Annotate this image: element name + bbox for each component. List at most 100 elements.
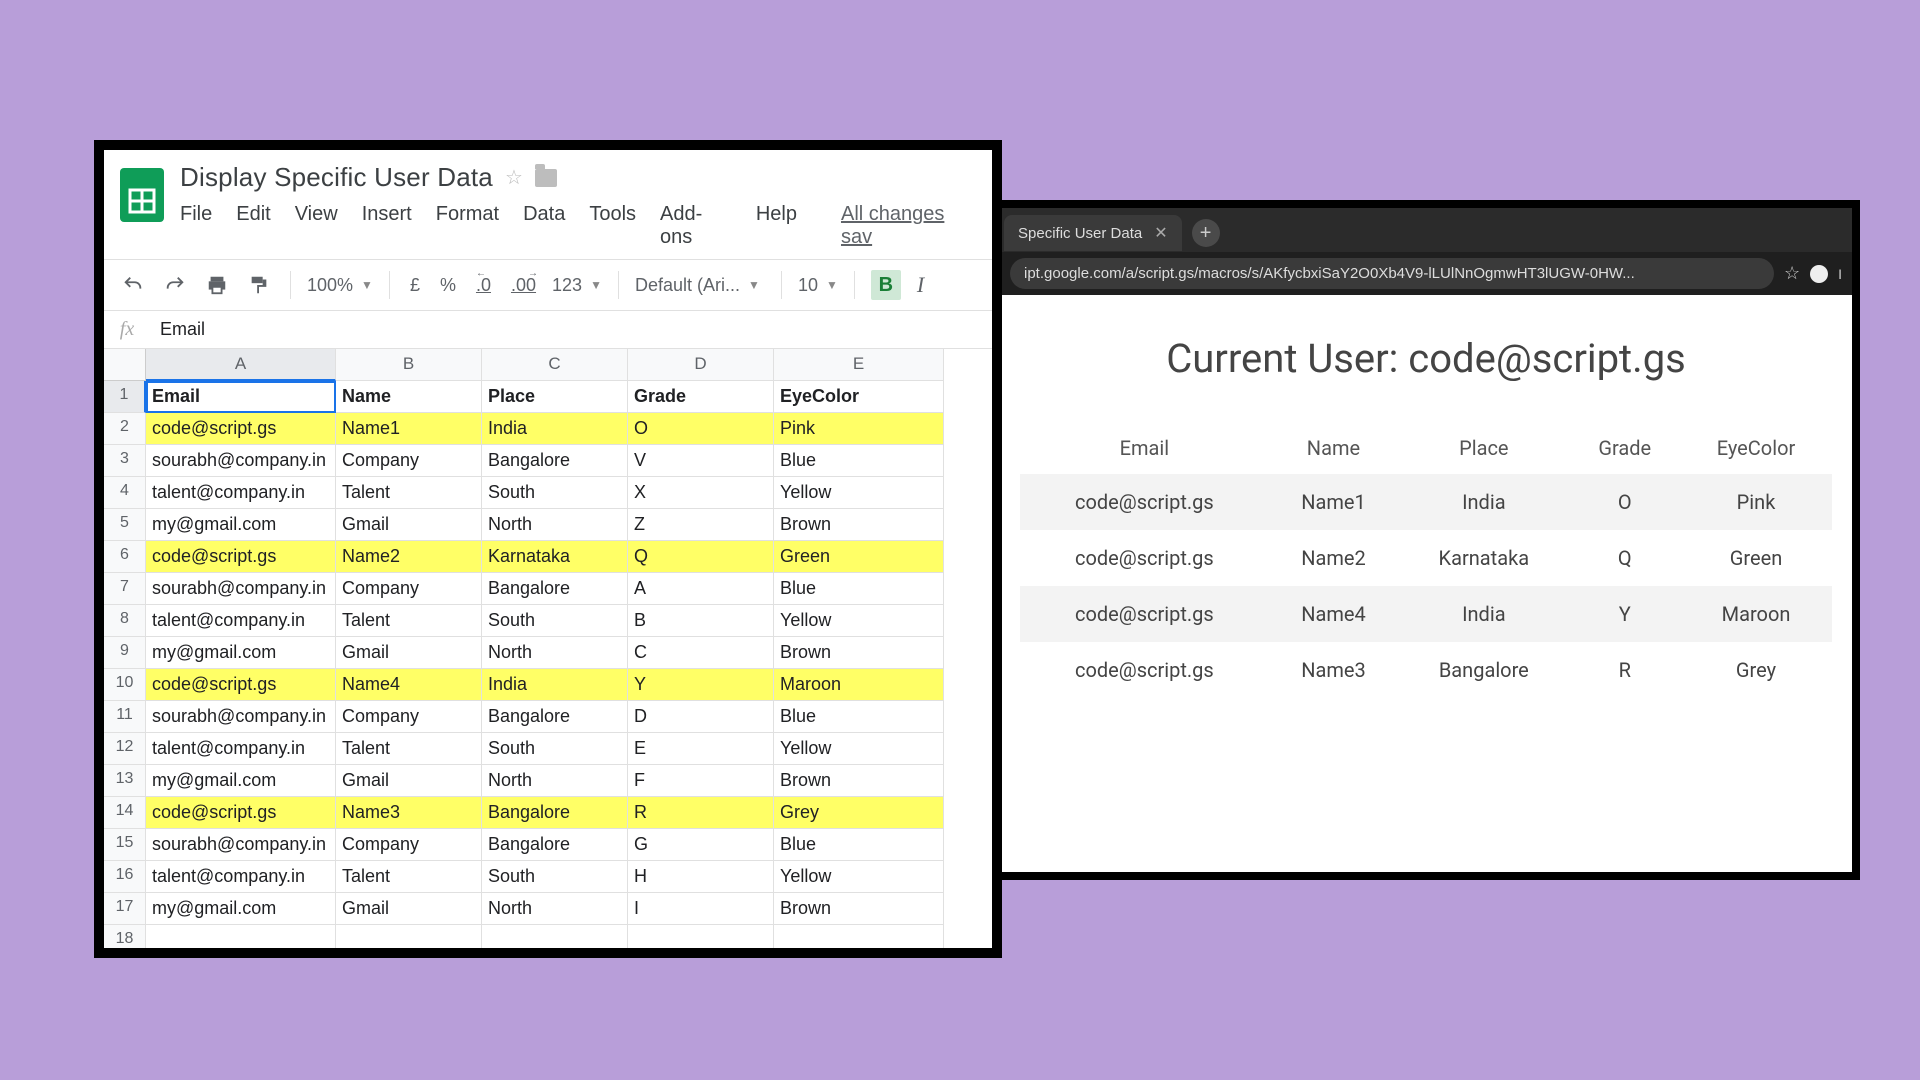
cell-C10[interactable]: India xyxy=(482,669,628,701)
cell-empty-3[interactable] xyxy=(628,925,774,954)
cell-C8[interactable]: South xyxy=(482,605,628,637)
incognito-icon[interactable]: I xyxy=(1838,266,1842,282)
close-tab-icon[interactable]: ✕ xyxy=(1154,223,1167,243)
cell-D10[interactable]: Y xyxy=(628,669,774,701)
cell-C3[interactable]: Bangalore xyxy=(482,445,628,477)
cell-E11[interactable]: Blue xyxy=(774,701,944,733)
row-header-18[interactable]: 18 xyxy=(104,925,146,954)
cell-A13[interactable]: my@gmail.com xyxy=(146,765,336,797)
cell-C13[interactable]: North xyxy=(482,765,628,797)
cell-header-Grade[interactable]: Grade xyxy=(628,381,774,413)
cell-E14[interactable]: Grey xyxy=(774,797,944,829)
cell-D15[interactable]: G xyxy=(628,829,774,861)
cell-B4[interactable]: Talent xyxy=(336,477,482,509)
cell-B2[interactable]: Name1 xyxy=(336,413,482,445)
percent-button[interactable]: % xyxy=(436,273,460,298)
cell-B11[interactable]: Company xyxy=(336,701,482,733)
column-header-A[interactable]: A xyxy=(146,349,336,381)
menu-edit[interactable]: Edit xyxy=(236,203,270,249)
grid-corner[interactable] xyxy=(104,349,146,381)
cell-A8[interactable]: talent@company.in xyxy=(146,605,336,637)
cell-D3[interactable]: V xyxy=(628,445,774,477)
row-header-15[interactable]: 15 xyxy=(104,829,146,861)
profile-avatar-icon[interactable] xyxy=(1810,265,1828,283)
cell-E9[interactable]: Brown xyxy=(774,637,944,669)
folder-icon[interactable] xyxy=(535,169,557,187)
cell-B12[interactable]: Talent xyxy=(336,733,482,765)
cell-A2[interactable]: code@script.gs xyxy=(146,413,336,445)
menu-data[interactable]: Data xyxy=(523,203,565,249)
cell-D2[interactable]: O xyxy=(628,413,774,445)
cell-D5[interactable]: Z xyxy=(628,509,774,541)
cell-E2[interactable]: Pink xyxy=(774,413,944,445)
cell-E13[interactable]: Brown xyxy=(774,765,944,797)
font-size-dropdown[interactable]: 10▼ xyxy=(798,275,838,296)
cell-D14[interactable]: R xyxy=(628,797,774,829)
cell-A4[interactable]: talent@company.in xyxy=(146,477,336,509)
cell-A11[interactable]: sourabh@company.in xyxy=(146,701,336,733)
cell-D8[interactable]: B xyxy=(628,605,774,637)
cell-C5[interactable]: North xyxy=(482,509,628,541)
star-icon[interactable]: ☆ xyxy=(505,165,523,190)
cell-B16[interactable]: Talent xyxy=(336,861,482,893)
cell-C2[interactable]: India xyxy=(482,413,628,445)
cell-B8[interactable]: Talent xyxy=(336,605,482,637)
increase-decimal-button[interactable]: .00→ xyxy=(507,273,540,298)
browser-tab[interactable]: Specific User Data ✕ xyxy=(1004,215,1182,251)
cell-D17[interactable]: I xyxy=(628,893,774,925)
cell-A6[interactable]: code@script.gs xyxy=(146,541,336,573)
row-header-9[interactable]: 9 xyxy=(104,637,146,669)
cell-header-Name[interactable]: Name xyxy=(336,381,482,413)
cell-C12[interactable]: South xyxy=(482,733,628,765)
row-header-5[interactable]: 5 xyxy=(104,509,146,541)
row-header-8[interactable]: 8 xyxy=(104,605,146,637)
cell-E3[interactable]: Blue xyxy=(774,445,944,477)
cell-D12[interactable]: E xyxy=(628,733,774,765)
cell-header-Place[interactable]: Place xyxy=(482,381,628,413)
cell-header-Email[interactable]: Email xyxy=(146,381,336,413)
cell-E6[interactable]: Green xyxy=(774,541,944,573)
cell-C14[interactable]: Bangalore xyxy=(482,797,628,829)
cell-A7[interactable]: sourabh@company.in xyxy=(146,573,336,605)
cell-D16[interactable]: H xyxy=(628,861,774,893)
cell-E5[interactable]: Brown xyxy=(774,509,944,541)
cell-C6[interactable]: Karnataka xyxy=(482,541,628,573)
row-header-3[interactable]: 3 xyxy=(104,445,146,477)
spreadsheet-grid[interactable]: ABCDE1EmailNamePlaceGradeEyeColor2code@s… xyxy=(104,349,992,954)
cell-A14[interactable]: code@script.gs xyxy=(146,797,336,829)
row-header-10[interactable]: 10 xyxy=(104,669,146,701)
address-bar[interactable]: ipt.google.com/a/script.gs/macros/s/AKfy… xyxy=(1010,258,1774,289)
menu-file[interactable]: File xyxy=(180,203,212,249)
cell-A15[interactable]: sourabh@company.in xyxy=(146,829,336,861)
menu-tools[interactable]: Tools xyxy=(589,203,636,249)
cell-D13[interactable]: F xyxy=(628,765,774,797)
zoom-dropdown[interactable]: 100%▼ xyxy=(307,275,373,296)
font-dropdown[interactable]: Default (Ari...▼ xyxy=(635,275,765,296)
cell-B15[interactable]: Company xyxy=(336,829,482,861)
cell-empty-2[interactable] xyxy=(482,925,628,954)
cell-B14[interactable]: Name3 xyxy=(336,797,482,829)
number-format-dropdown[interactable]: 123▼ xyxy=(552,275,602,296)
cell-A3[interactable]: sourabh@company.in xyxy=(146,445,336,477)
cell-C4[interactable]: South xyxy=(482,477,628,509)
cell-E10[interactable]: Maroon xyxy=(774,669,944,701)
cell-D6[interactable]: Q xyxy=(628,541,774,573)
menu-view[interactable]: View xyxy=(295,203,338,249)
menu-format[interactable]: Format xyxy=(436,203,499,249)
column-header-E[interactable]: E xyxy=(774,349,944,381)
cell-A9[interactable]: my@gmail.com xyxy=(146,637,336,669)
cell-header-EyeColor[interactable]: EyeColor xyxy=(774,381,944,413)
cell-B10[interactable]: Name4 xyxy=(336,669,482,701)
cell-C16[interactable]: South xyxy=(482,861,628,893)
column-header-D[interactable]: D xyxy=(628,349,774,381)
row-header-14[interactable]: 14 xyxy=(104,797,146,829)
cell-D9[interactable]: C xyxy=(628,637,774,669)
cell-E4[interactable]: Yellow xyxy=(774,477,944,509)
new-tab-button[interactable]: + xyxy=(1192,219,1220,247)
cell-B17[interactable]: Gmail xyxy=(336,893,482,925)
cell-E12[interactable]: Yellow xyxy=(774,733,944,765)
cell-E7[interactable]: Blue xyxy=(774,573,944,605)
cell-C15[interactable]: Bangalore xyxy=(482,829,628,861)
row-header-13[interactable]: 13 xyxy=(104,765,146,797)
cell-D11[interactable]: D xyxy=(628,701,774,733)
